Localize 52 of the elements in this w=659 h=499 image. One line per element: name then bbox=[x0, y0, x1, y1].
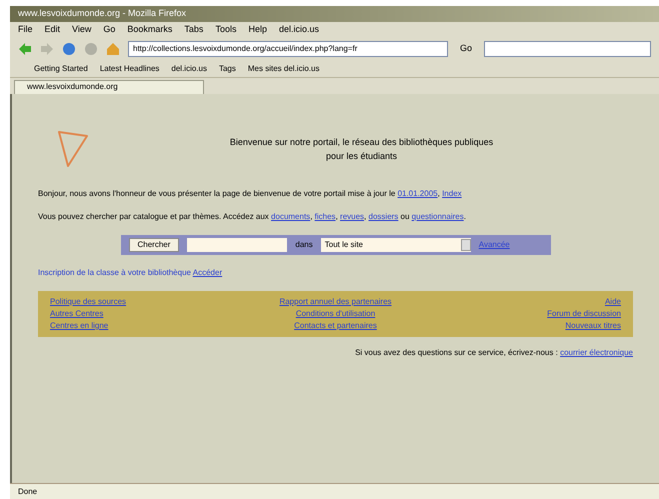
text-link[interactable]: Politique des sources bbox=[50, 297, 126, 306]
bookmark-item[interactable]: Getting Started bbox=[34, 62, 88, 74]
triangle-logo bbox=[56, 128, 90, 170]
back-icon[interactable] bbox=[18, 42, 32, 56]
text-link[interactable]: Nouveaux titres bbox=[565, 321, 621, 330]
page-heading: Bienvenue sur notre portail, le réseau des bibliothèques publiques bbox=[230, 136, 494, 149]
menu-item[interactable]: Help bbox=[248, 23, 267, 37]
text-link[interactable]: questionnaires bbox=[412, 212, 464, 221]
info-text: Vous pouvez chercher par catalogue et par thèmes. Accédez aux documents, fiches, revues, dossiers ou questionnaires. bbox=[38, 211, 467, 223]
go-button[interactable]: Go bbox=[456, 42, 476, 56]
menu-item[interactable]: Edit bbox=[44, 23, 60, 37]
menu-item[interactable]: Go bbox=[103, 23, 116, 37]
text-link[interactable]: Forum de discussion bbox=[547, 309, 621, 318]
text-link[interactable]: 01.01.2005 bbox=[398, 189, 438, 198]
search-button[interactable]: Chercher bbox=[128, 238, 180, 252]
browser-tab[interactable]: www.lesvoixdumonde.org bbox=[14, 80, 204, 94]
menu-item[interactable]: File bbox=[18, 23, 33, 37]
text-link[interactable]: Centres en ligne bbox=[50, 321, 108, 330]
text-link[interactable]: Contacts et partenaires bbox=[294, 321, 377, 330]
text-link[interactable]: fiches bbox=[314, 212, 336, 221]
address-field[interactable]: http://collections.lesvoixdumonde.org/accueil/index.php?lang=fr bbox=[128, 41, 448, 57]
text-link[interactable]: courrier électronique bbox=[560, 348, 633, 357]
status-text: Done bbox=[18, 486, 38, 498]
bookmark-item[interactable]: Tags bbox=[218, 62, 236, 74]
bookmark-item[interactable]: Latest Headlines bbox=[100, 62, 160, 74]
home-icon[interactable] bbox=[106, 42, 120, 56]
text-link[interactable]: dossiers bbox=[368, 212, 398, 221]
search-label: dans bbox=[295, 239, 313, 251]
menu-item[interactable]: Bookmarks bbox=[127, 23, 172, 37]
text-link[interactable]: Aide bbox=[604, 297, 621, 306]
notice-text: Inscription de la classe à votre bibliothèque Accéder bbox=[38, 267, 224, 279]
text-link[interactable]: revues bbox=[340, 212, 364, 221]
text-link[interactable]: Index bbox=[442, 189, 462, 198]
window-title: www.lesvoixdumonde.org - Mozilla Firefox bbox=[18, 7, 186, 20]
page-subheading: pour les étudiants bbox=[326, 150, 398, 163]
text-link[interactable]: Conditions d'utilisation bbox=[296, 309, 376, 318]
bookmark-item[interactable]: Mes sites del.icio.us bbox=[248, 62, 320, 74]
bookmark-item[interactable]: del.icio.us bbox=[171, 62, 207, 74]
text-link[interactable]: documents bbox=[271, 212, 310, 221]
scope-dropdown[interactable]: Tout le site bbox=[320, 238, 471, 252]
text-link[interactable]: Accéder bbox=[192, 268, 222, 277]
forward-icon[interactable] bbox=[40, 42, 54, 56]
search-input[interactable] bbox=[187, 238, 288, 252]
menu-item[interactable]: del.icio.us bbox=[278, 23, 319, 37]
text-link[interactable]: Rapport annuel des partenaires bbox=[279, 297, 392, 306]
menu-item[interactable]: Tools bbox=[215, 23, 236, 37]
search-field[interactable] bbox=[484, 41, 651, 57]
text-link[interactable]: Autres Centres bbox=[50, 309, 104, 318]
menu-item[interactable]: View bbox=[72, 23, 92, 37]
intro-text: Bonjour, nous avons l'honneur de vous présenter la page de bienvenue de votre portail mise à jour le 01.01.2005, Index bbox=[38, 188, 463, 199]
menu-item[interactable]: Tabs bbox=[184, 23, 204, 37]
footer-text: Si vous avez des questions sur ce service, écrivez-nous : courrier électronique bbox=[355, 347, 633, 359]
